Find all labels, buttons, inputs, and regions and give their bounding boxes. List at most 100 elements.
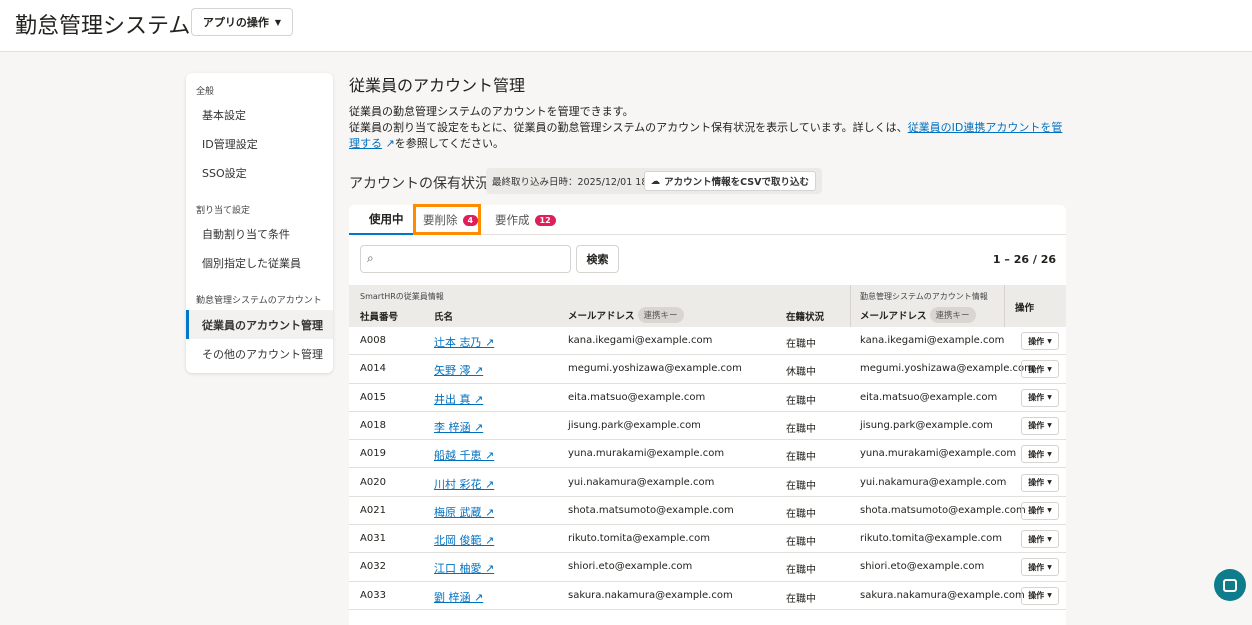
row-action-button[interactable]: 操作 ▼ [1021,360,1059,379]
employee-name-link[interactable]: 辻本 志乃 ↗ [434,334,494,350]
sidebar-item-employee-accounts[interactable]: 従業員のアカウント管理 [186,310,333,339]
row-action-button[interactable]: 操作 ▼ [1021,445,1059,464]
email: jisung.park@example.com [568,419,701,431]
sidebar-item-id[interactable]: ID管理設定 [186,129,333,158]
group-header: SmartHRの従業員情報 [360,292,444,301]
external-link-icon: ↗ [474,364,484,378]
tab-in-use[interactable]: 使用中 [349,205,415,235]
email: kana.ikegami@example.com [568,335,713,346]
row-action-button[interactable]: 操作 ▼ [1021,530,1059,549]
account-email: eita.matsuo@example.com [860,391,998,403]
search-input[interactable]: ⌕ [360,245,571,273]
employee-id: A033 [360,589,386,601]
row-action-button[interactable]: 操作 ▼ [1021,558,1059,577]
account-email: shota.matsumoto@example.com [860,504,1026,516]
import-status: 最終取り込み日時：2025/12/01 18:00 ☁ アカウント情報をCSVで取… [486,168,822,194]
row-action-button[interactable]: 操作 ▼ [1021,501,1059,520]
sidebar-item-individual[interactable]: 個別指定した従業員 [186,248,333,277]
employee-name-link[interactable]: 川村 彩花 ↗ [434,476,494,492]
focus-highlight [413,204,481,235]
table-row: A031 北岡 俊範 ↗ rikuto.tomita@example.com 在… [349,525,1066,554]
page-title: 従業員のアカウント管理 [349,76,526,95]
row-action-button[interactable]: 操作 ▼ [1021,332,1059,350]
chat-icon [1223,578,1237,592]
table-row: A033 劉 梓涵 ↗ sakura.nakamura@example.com … [349,582,1066,610]
row-action-button[interactable]: 操作 ▼ [1021,416,1059,435]
employee-id: A019 [360,448,386,460]
col-actions: 操作 [1015,303,1035,314]
caret-down-icon: ▼ [1047,394,1052,402]
col-status: 在籍状況 [786,312,825,323]
app-menu-label: アプリの操作 [202,16,269,29]
external-link-icon: ↗ [485,534,495,548]
table-row: A020 川村 彩花 ↗ yui.nakamura@example.com 在職… [349,469,1066,497]
caret-down-icon: ▼ [1047,479,1052,486]
cloud-upload-icon: ☁ [650,175,661,187]
employee-name-link[interactable]: 北岡 俊範 ↗ [434,532,494,548]
table-row: A021 梅原 武蔵 ↗ shota.matsumoto@example.com… [349,497,1066,526]
employee-id: A031 [360,533,386,545]
caret-down-icon: ▼ [1047,422,1052,430]
row-action-button[interactable]: 操作 ▼ [1021,586,1059,605]
status: 在職中 [786,537,816,549]
email: sakura.nakamura@example.com [568,589,733,601]
last-import-time: 最終取り込み日時：2025/12/01 18:00 [492,177,663,188]
csv-import-button[interactable]: ☁ アカウント情報をCSVで取り込む [643,171,816,191]
employee-name-link[interactable]: 梅原 武蔵 ↗ [434,504,494,520]
email: yuna.murakami@example.com [568,448,725,460]
search-button[interactable]: 検索 [576,245,619,273]
employee-name-link[interactable]: 江口 柚愛 ↗ [434,560,494,576]
employee-name-link[interactable]: 船越 千恵 ↗ [434,447,494,463]
sidebar-group-label: 全般 [196,87,215,97]
status: 在職中 [786,593,816,605]
email: shiori.eto@example.com [568,561,693,573]
sidebar: 全般 基本設定 ID管理設定 SSO設定 割り当て設定 自動割り当て条件 個別指… [186,73,333,373]
account-email: jisung.park@example.com [860,419,993,431]
sidebar-item-other-accounts[interactable]: その他のアカウント管理 [186,339,333,368]
csv-button-label: アカウント情報をCSVで取り込む [664,177,809,188]
external-link-icon: ↗ [474,392,484,406]
status: 休職中 [786,367,816,379]
employee-id: A015 [360,391,386,403]
external-link-icon: ↗ [485,477,495,491]
col-name: 氏名 [434,312,454,323]
sidebar-item-basic[interactable]: 基本設定 [186,100,333,129]
account-email: yuna.murakami@example.com [860,448,1017,460]
tab-to-create[interactable]: 要作成 12 [495,205,556,235]
col-email: メールアドレス 連携キー [568,307,684,323]
status: 在職中 [786,452,816,464]
col-account-email: メールアドレス 連携キー [860,307,976,323]
caret-down-icon: ▼ [1047,365,1052,373]
employee-name-link[interactable]: 劉 梓涵 ↗ [434,589,483,605]
desc-line: 従業員の勤怠管理システムのアカウントを管理できます。 [349,105,634,118]
employee-name-link[interactable]: 李 梓涵 ↗ [434,419,483,435]
external-link-icon: ↗ [485,505,495,519]
caret-down-icon: ▼ [1047,450,1052,458]
sidebar-item-auto-assign[interactable]: 自動割り当て条件 [186,219,333,248]
page-description: 従業員の勤怠管理システムのアカウントを管理できます。 従業員の割り当て設定をもと… [349,104,1069,152]
status: 在職中 [786,480,816,492]
table-row: A032 江口 柚愛 ↗ shiori.eto@example.com 在職中 … [349,553,1066,582]
account-email: yui.nakamura@example.com [860,476,1007,488]
account-email: sakura.nakamura@example.com [860,589,1025,601]
status: 在職中 [786,423,816,435]
row-action-button[interactable]: 操作 ▼ [1021,473,1059,492]
sidebar-item-sso[interactable]: SSO設定 [186,158,333,187]
app-title: 勤怠管理システム [15,14,191,39]
email: eita.matsuo@example.com [568,391,706,403]
chat-button[interactable] [1214,569,1246,601]
table-row: A015 井出 真 ↗ eita.matsuo@example.com 在職中 … [349,384,1066,412]
row-action-button[interactable]: 操作 ▼ [1021,388,1059,407]
employee-name-link[interactable]: 矢野 澪 ↗ [434,362,483,378]
account-email: shiori.eto@example.com [860,561,985,573]
app-menu-button[interactable]: アプリの操作 ▼ [191,8,293,36]
employee-id: A018 [360,419,386,431]
employee-name-link[interactable]: 井出 真 ↗ [434,391,483,407]
desc-line: 従業員の割り当て設定をもとに、従業員の勤怠管理システムのアカウント保有状況を表示… [349,121,908,134]
col-employee-id: 社員番号 [360,312,399,323]
external-link-icon: ↗ [485,336,495,349]
caret-down-icon: ▼ [1047,535,1052,543]
caret-down-icon: ▼ [1047,337,1052,345]
accounts-card: 使用中 要削除 4 要作成 12 ⌕ 検索 1 – 26 / 26 SmartHRの… [349,204,1066,625]
external-link-icon: ↗ [485,449,495,463]
